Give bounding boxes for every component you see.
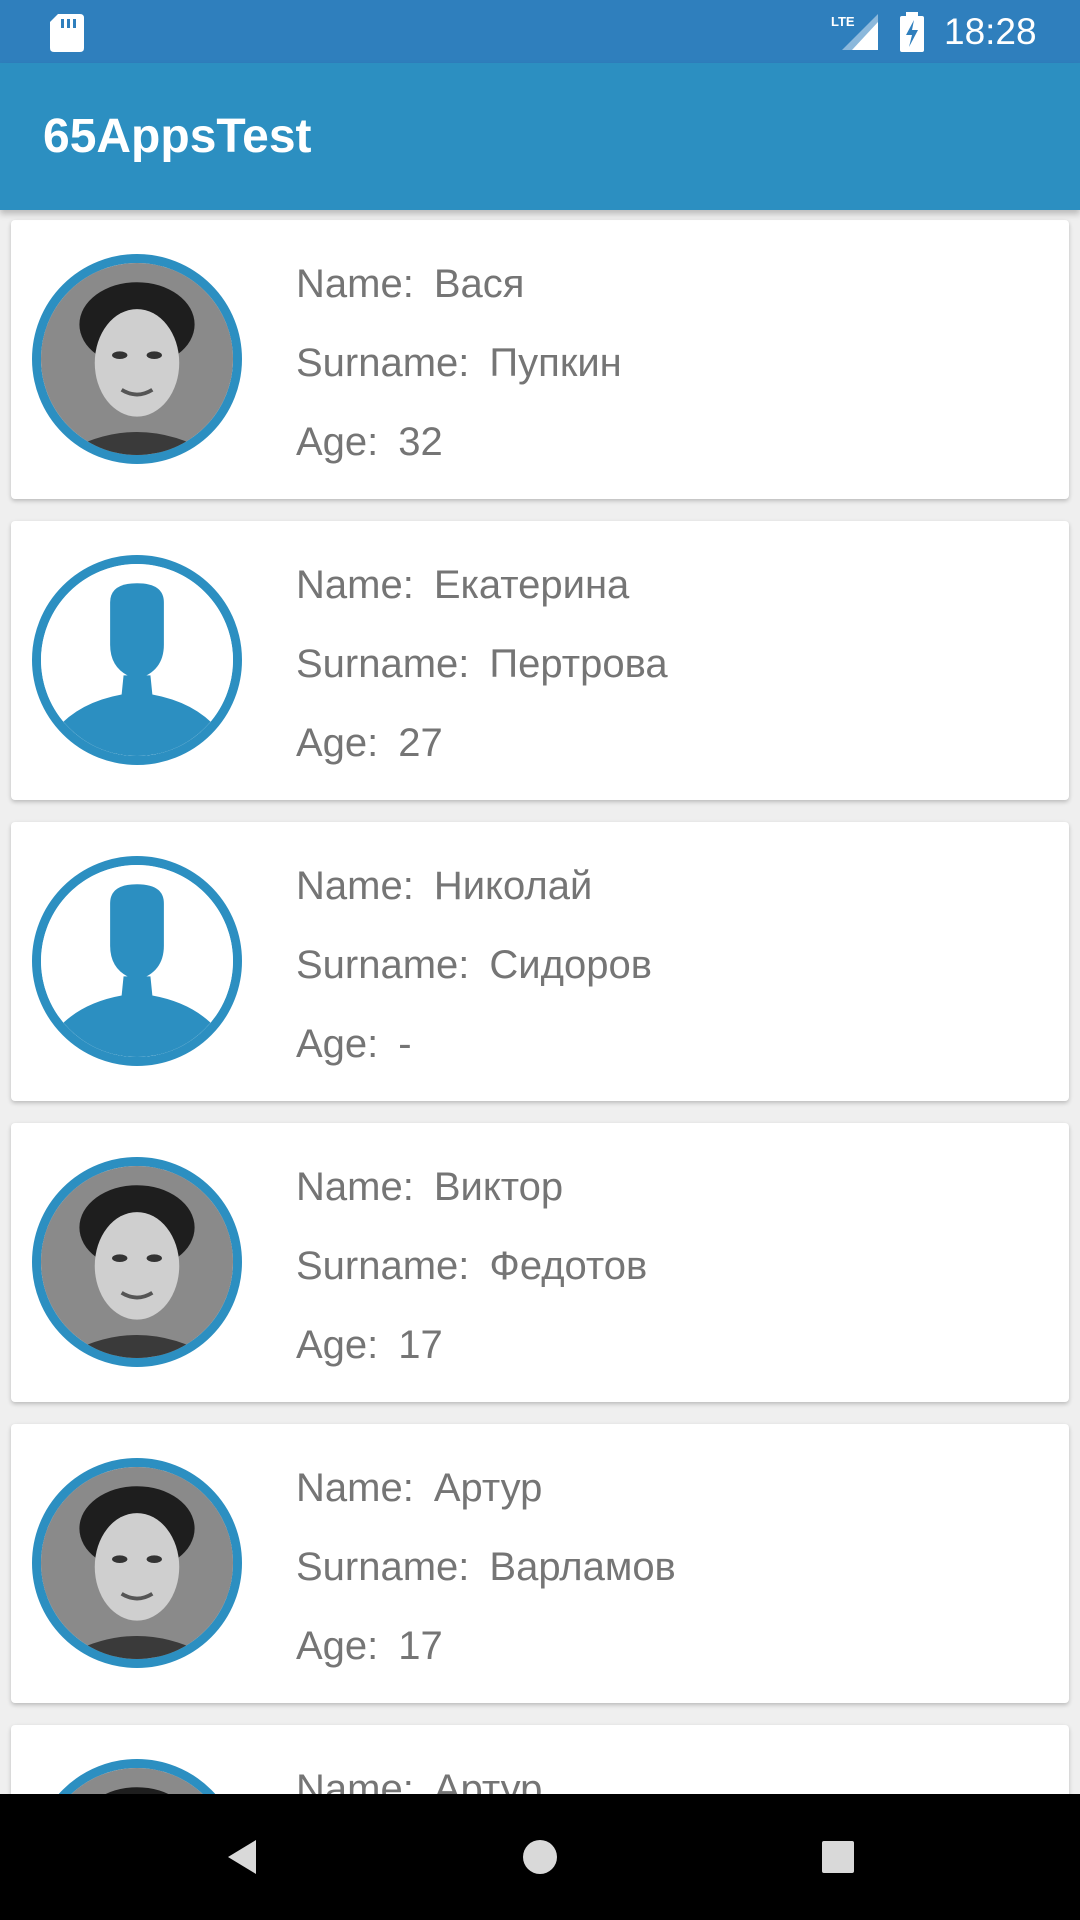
age-row: Age: - xyxy=(296,1019,412,1069)
home-icon[interactable] xyxy=(517,1834,563,1880)
age-row: Age: 32 xyxy=(296,417,443,467)
svg-text:LTE: LTE xyxy=(831,14,855,29)
photo-icon xyxy=(41,1467,233,1659)
recents-icon[interactable] xyxy=(815,1834,861,1880)
surname-row: Surname: Сидоров xyxy=(296,940,652,990)
age-value: 17 xyxy=(398,1323,443,1367)
placeholder-person-icon xyxy=(41,865,233,1057)
back-icon[interactable] xyxy=(220,1834,266,1880)
surname-value: Пупкин xyxy=(489,341,622,385)
person-card[interactable]: Name: Артур Surname: Варламов Age: 17 xyxy=(11,1424,1069,1703)
placeholder-person-icon xyxy=(41,564,233,756)
name-row: Name: Вася xyxy=(296,259,524,309)
avatar xyxy=(32,1759,242,1794)
surname-value: Сидоров xyxy=(489,943,652,987)
name-row: Name: Николай xyxy=(296,861,592,911)
surname-label: Surname: xyxy=(296,1545,470,1589)
name-label: Name: xyxy=(296,262,414,306)
name-row: Name: Артур xyxy=(296,1764,542,1794)
app-title: 65AppsTest xyxy=(43,110,312,163)
age-row: Age: 17 xyxy=(296,1320,443,1370)
surname-value: Варламов xyxy=(489,1545,676,1589)
name-value: Николай xyxy=(433,864,593,908)
name-row: Name: Виктор xyxy=(296,1162,563,1212)
age-label: Age: xyxy=(296,721,379,765)
name-label: Name: xyxy=(296,864,414,908)
age-row: Age: 27 xyxy=(296,718,443,768)
avatar xyxy=(32,1157,242,1367)
person-card[interactable]: Name: Николай Surname: Сидоров Age: - xyxy=(11,822,1069,1101)
person-card[interactable]: Name: Екатерина Surname: Пертрова Age: 27 xyxy=(11,521,1069,800)
avatar xyxy=(32,254,242,464)
name-label: Name: xyxy=(296,1165,414,1209)
age-label: Age: xyxy=(296,1022,379,1066)
person-card[interactable]: Name: Вася Surname: Пупкин Age: 32 xyxy=(11,220,1069,499)
age-row: Age: 17 xyxy=(296,1621,443,1671)
surname-label: Surname: xyxy=(296,341,470,385)
name-label: Name: xyxy=(296,563,414,607)
people-list[interactable]: Name: Вася Surname: Пупкин Age: 32 Name: Ека… xyxy=(0,210,1080,1794)
person-card[interactable]: Name: Виктор Surname: Федотов Age: 17 xyxy=(11,1123,1069,1402)
surname-value: Пертрова xyxy=(489,642,668,686)
status-bar: LTE 18:28 xyxy=(0,0,1080,63)
sd-card-icon xyxy=(50,14,84,52)
name-value: Артур xyxy=(433,1767,543,1794)
surname-value: Федотов xyxy=(489,1244,648,1288)
age-value: 17 xyxy=(398,1624,443,1668)
lte-signal-icon: LTE xyxy=(831,14,878,50)
surname-row: Surname: Варламов xyxy=(296,1542,676,1592)
age-label: Age: xyxy=(296,1624,379,1668)
age-label: Age: xyxy=(296,420,379,464)
surname-row: Surname: Пертрова xyxy=(296,639,668,689)
surname-label: Surname: xyxy=(296,642,470,686)
avatar xyxy=(32,856,242,1066)
age-value: - xyxy=(398,1022,412,1066)
name-value: Артур xyxy=(433,1466,543,1510)
name-value: Виктор xyxy=(433,1165,564,1209)
name-row: Name: Екатерина xyxy=(296,560,629,610)
avatar xyxy=(32,555,242,765)
name-label: Name: xyxy=(296,1767,414,1794)
age-value: 27 xyxy=(398,721,443,765)
surname-row: Surname: Федотов xyxy=(296,1241,647,1291)
app-bar: 65AppsTest xyxy=(0,63,1080,210)
surname-label: Surname: xyxy=(296,1244,470,1288)
surname-row: Surname: Пупкин xyxy=(296,338,622,388)
photo-icon xyxy=(41,1166,233,1358)
name-value: Вася xyxy=(433,262,525,306)
age-label: Age: xyxy=(296,1323,379,1367)
photo-icon xyxy=(41,1768,233,1794)
name-row: Name: Артур xyxy=(296,1463,542,1513)
name-label: Name: xyxy=(296,1466,414,1510)
photo-icon xyxy=(41,263,233,455)
clock: 18:28 xyxy=(944,11,1037,52)
surname-label: Surname: xyxy=(296,943,470,987)
battery-charging-icon xyxy=(900,12,924,52)
navigation-bar xyxy=(0,1794,1080,1920)
age-value: 32 xyxy=(398,420,443,464)
person-card[interactable]: Name:Артур Surname: Age: xyxy=(11,1725,1069,1794)
avatar xyxy=(32,1458,242,1668)
name-value: Екатерина xyxy=(433,563,630,607)
